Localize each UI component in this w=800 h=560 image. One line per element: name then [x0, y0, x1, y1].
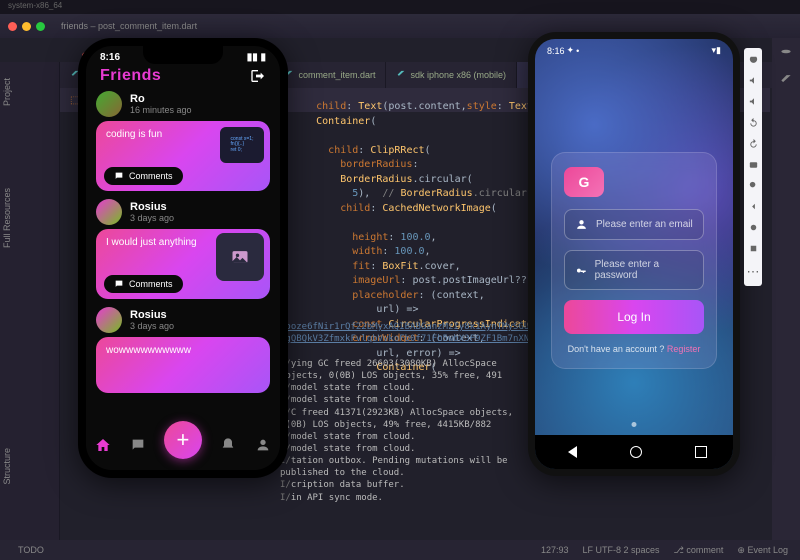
post-time: 3 days ago — [130, 213, 174, 223]
feed-post[interactable]: Rosius3 days ago wowwwwwwwwww — [96, 307, 270, 393]
avatar[interactable] — [96, 199, 122, 225]
android-emulator-device: 8:16 ✦ • ▾▮ G Please enter an email Plea… — [528, 32, 740, 476]
power-icon — [748, 54, 759, 65]
signal-battery-icon: ▮▮ ▮ — [247, 52, 266, 63]
post-author: Rosius — [130, 309, 174, 321]
rotate-right-icon — [748, 138, 759, 149]
nav-chat[interactable] — [130, 437, 146, 458]
nav-bell[interactable] — [220, 437, 236, 458]
git-branch[interactable]: ⎇ comment — [674, 545, 724, 556]
android-home[interactable] — [630, 446, 642, 458]
hash-output: looze6fNir1rQf22bMyxAQIBABGanzMzIy8k1Ayn… — [280, 322, 520, 345]
ide-right-toolstrip[interactable] — [772, 38, 800, 540]
avatar[interactable] — [96, 91, 122, 117]
camera-icon — [748, 159, 759, 170]
comments-button[interactable]: Comments — [104, 275, 183, 293]
editor-tab[interactable]: comment_item.dart — [274, 62, 386, 88]
editor-tab[interactable]: sdk iphone x86 (mobile) — [386, 62, 517, 88]
todo-tab[interactable]: TODO — [18, 545, 44, 555]
comments-button[interactable]: Comments — [104, 167, 183, 185]
zoom-icon — [748, 180, 759, 191]
android-back[interactable] — [562, 446, 577, 458]
home-icon — [748, 222, 759, 233]
user-icon — [575, 218, 588, 231]
feed-post[interactable]: Rosius3 days agoI would just anythingCom… — [96, 199, 270, 299]
android-status-bar: 8:16 ✦ • ▾▮ — [535, 39, 733, 62]
logout-icon[interactable] — [250, 68, 266, 84]
window-controls[interactable] — [8, 22, 45, 31]
register-prompt: Don't have an account ? Register — [564, 344, 704, 354]
android-recent[interactable] — [695, 446, 707, 458]
key-icon — [575, 264, 587, 277]
avatar[interactable] — [96, 307, 122, 333]
password-field[interactable]: Please enter a password — [564, 250, 704, 290]
post-author: Ro — [130, 93, 192, 105]
volume-up-icon — [748, 75, 759, 86]
db-icon[interactable] — [779, 48, 793, 62]
nav-home[interactable] — [95, 437, 111, 458]
post-text: wowwwwwwwwww — [106, 345, 260, 356]
login-button[interactable]: Log In — [564, 300, 704, 334]
android-nav-bar[interactable] — [535, 435, 733, 469]
bottom-nav[interactable]: + — [86, 424, 280, 470]
flutter-icon[interactable] — [779, 74, 793, 88]
overview-icon — [748, 243, 759, 254]
feed-list[interactable]: Ro16 minutes agocoding is funconst x=1;f… — [86, 91, 280, 393]
feed-post[interactable]: Ro16 minutes agocoding is funconst x=1;f… — [96, 91, 270, 191]
fab-add[interactable]: + — [164, 421, 202, 459]
app-title: Friends — [100, 67, 161, 85]
email-field[interactable]: Please enter an email — [564, 209, 704, 240]
rotate-left-icon — [748, 117, 759, 128]
ios-simulator-device: 8:16 ▮▮ ▮ Friends Ro16 minutes agocoding… — [78, 38, 288, 478]
post-author: Rosius — [130, 201, 174, 213]
event-log[interactable]: ⊕ Event Log — [737, 545, 788, 556]
status-bar: TODO 127:93 LF UTF-8 2 spaces ⎇ comment … — [0, 540, 800, 560]
login-card: G Please enter an email Please enter a p… — [551, 152, 717, 369]
nav-profile[interactable] — [255, 437, 271, 458]
project-sidebar[interactable]: Project Full Resources Structure — [0, 62, 60, 540]
register-link[interactable]: Register — [667, 344, 701, 354]
macos-menubar: system-x86_64 — [0, 0, 800, 14]
window-title: friends – post_comment_item.dart — [61, 21, 197, 31]
emulator-toolbar[interactable]: ⋯ — [744, 48, 762, 286]
post-time: 16 minutes ago — [130, 105, 192, 115]
volume-down-icon — [748, 96, 759, 107]
post-time: 3 days ago — [130, 321, 174, 331]
google-signin-button[interactable]: G — [564, 167, 604, 197]
run-console[interactable]: I/ying GC freed 26603(3080KB) AllocSpace… — [280, 358, 520, 504]
back-icon — [748, 201, 759, 212]
